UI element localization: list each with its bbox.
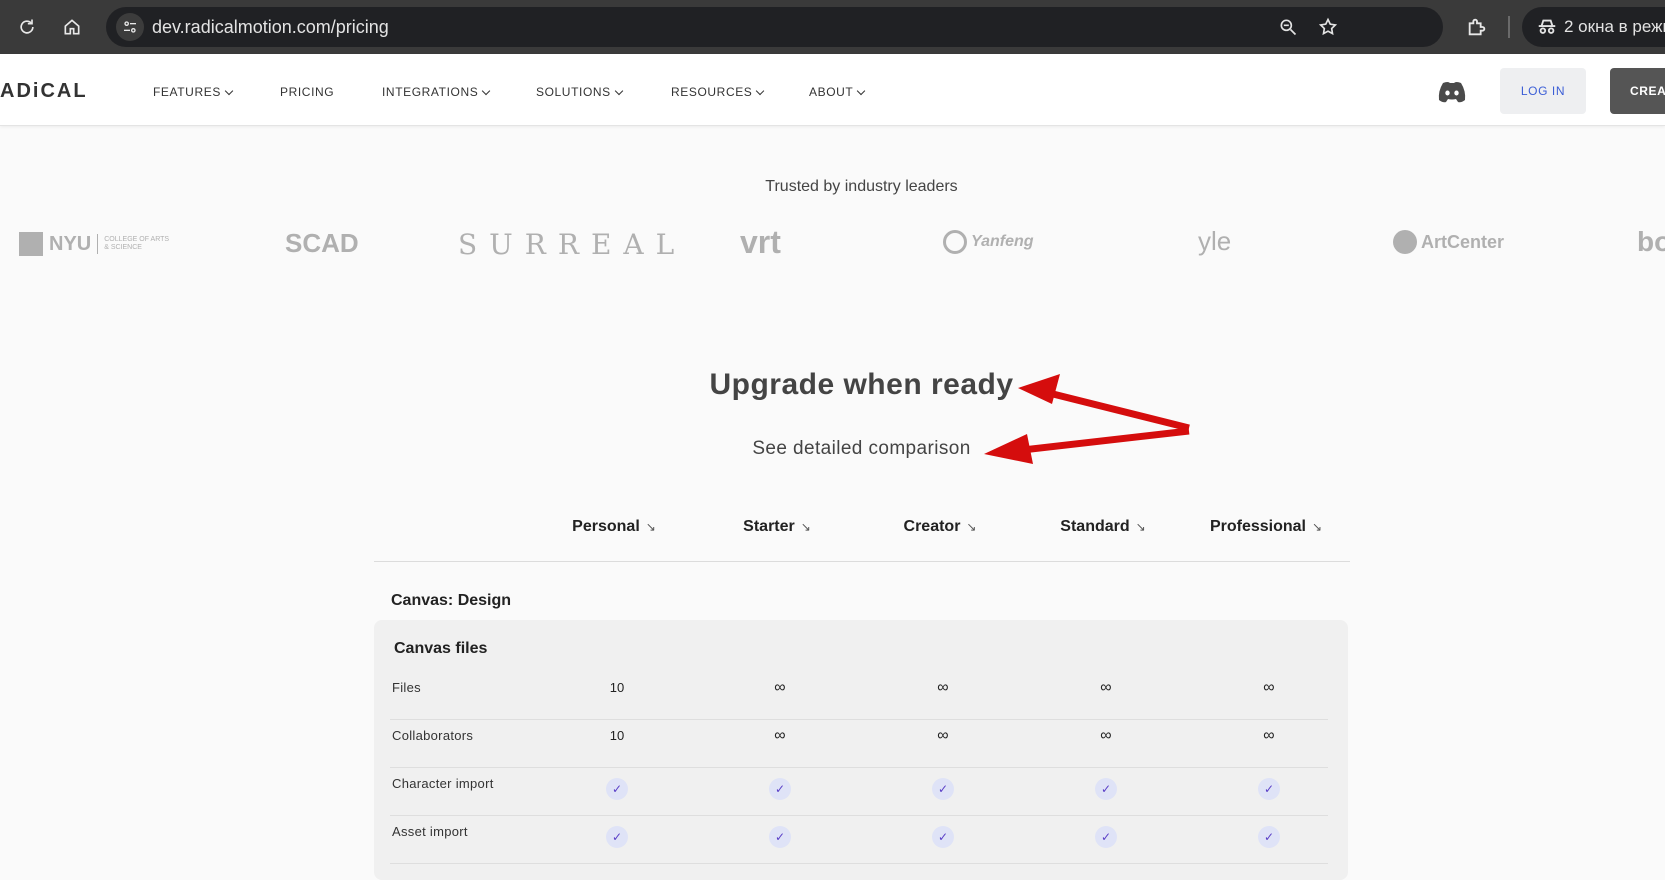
- feature-value: ∞: [1100, 727, 1112, 744]
- browser-toolbar: dev.radicalmotion.com/pricing 2 окна в р…: [0, 0, 1665, 54]
- nav-solutions[interactable]: SOLUTIONS: [536, 85, 623, 99]
- chevron-down-icon: [224, 86, 234, 95]
- plans-header: Personal ↘ Starter ↘ Creator ↘ Standard ↘ Pr…: [374, 512, 1350, 562]
- feature-value: ∞: [937, 679, 949, 696]
- check-icon: ✓: [606, 778, 628, 800]
- table-row: Collaborators 10 ∞ ∞ ∞ ∞: [390, 720, 1328, 768]
- nav-features-label: FEATURES: [153, 85, 221, 99]
- plan-starter[interactable]: Starter ↘: [697, 518, 857, 536]
- arrow-down-right-icon: ↘: [800, 520, 811, 534]
- create-account-button[interactable]: CREAT: [1610, 68, 1665, 114]
- chevron-down-icon: [756, 86, 765, 95]
- feature-panel: Canvas files Files 10 ∞ ∞ ∞ ∞ Collaborators 10 ∞…: [374, 620, 1348, 880]
- extensions-icon[interactable]: [1463, 13, 1491, 41]
- arrow-down-right-icon: ↘: [1135, 520, 1146, 534]
- nav-about-label: ABOUT: [809, 85, 854, 99]
- incognito-icon: [1536, 16, 1558, 43]
- nav-solutions-label: SOLUTIONS: [536, 85, 611, 99]
- chevron-down-icon: [482, 86, 491, 95]
- reload-icon[interactable]: [13, 13, 41, 41]
- check-icon: ✓: [1258, 826, 1280, 848]
- url-text[interactable]: dev.radicalmotion.com/pricing: [152, 17, 389, 38]
- yanfeng-logo: Yanfeng: [943, 230, 1034, 254]
- check-icon: ✓: [1258, 778, 1280, 800]
- feature-value: 10: [609, 680, 625, 695]
- toolbar-divider: [1508, 16, 1510, 38]
- incognito-indicator[interactable]: 2 окна в режи: [1522, 7, 1665, 47]
- table-row: Asset import ✓ ✓ ✓ ✓ ✓: [390, 816, 1328, 864]
- check-icon: ✓: [606, 826, 628, 848]
- bo-logo: bo: [1637, 226, 1665, 257]
- check-icon: ✓: [1095, 778, 1117, 800]
- scad-logo: SCAD: [285, 228, 359, 258]
- chevron-down-icon: [857, 86, 866, 95]
- check-icon: ✓: [932, 778, 954, 800]
- page-heading: Upgrade when ready: [709, 368, 1014, 401]
- feature-value: ∞: [1263, 679, 1275, 696]
- feature-value: ∞: [1100, 679, 1112, 696]
- brand-logo[interactable]: ADiCAL: [0, 80, 88, 103]
- feature-value: ∞: [774, 727, 786, 744]
- logo-strip: NYU COLLEGE OF ARTS & SCIENCE SCAD SURRE…: [0, 224, 1665, 264]
- check-icon: ✓: [932, 826, 954, 848]
- table-row: Character import ✓ ✓ ✓ ✓ ✓: [390, 768, 1328, 816]
- feature-label: Asset import: [392, 824, 468, 839]
- check-icon: ✓: [1095, 826, 1117, 848]
- address-bar[interactable]: dev.radicalmotion.com/pricing: [106, 7, 1443, 47]
- artcenter-logo: ArtCenter: [1393, 230, 1504, 254]
- comparison-link[interactable]: See detailed comparison: [0, 438, 1665, 460]
- trusted-title: Trusted by industry leaders: [765, 178, 958, 195]
- check-icon: ✓: [769, 778, 791, 800]
- plan-standard[interactable]: Standard ↘: [1023, 518, 1183, 536]
- surreal-logo: SURREAL: [458, 228, 687, 261]
- table-row: Files 10 ∞ ∞ ∞ ∞: [390, 672, 1328, 720]
- feature-value: ∞: [774, 679, 786, 696]
- nav-features[interactable]: FEATURES: [153, 85, 234, 99]
- nav-integrations[interactable]: INTEGRATIONS: [382, 85, 491, 99]
- login-button[interactable]: LOG IN: [1500, 68, 1586, 114]
- plan-creator[interactable]: Creator ↘: [860, 518, 1020, 536]
- section-title: Canvas: Design: [391, 592, 512, 609]
- arrow-down-right-icon: ↘: [966, 520, 977, 534]
- zoom-icon[interactable]: [1274, 13, 1302, 41]
- star-icon[interactable]: [1314, 13, 1342, 41]
- site-header: ADiCAL FEATURES PRICING INTEGRATIONS SOL…: [0, 54, 1665, 126]
- feature-value: ∞: [937, 727, 949, 744]
- home-icon[interactable]: [58, 13, 86, 41]
- nav-resources[interactable]: RESOURCES: [671, 85, 765, 99]
- plan-personal[interactable]: Personal ↘: [534, 518, 694, 536]
- feature-label: Files: [392, 680, 421, 695]
- nav-about[interactable]: ABOUT: [809, 85, 866, 99]
- arrow-down-right-icon: ↘: [1311, 520, 1323, 534]
- feature-label: Character import: [392, 776, 494, 791]
- nyu-logo: NYU COLLEGE OF ARTS & SCIENCE: [19, 232, 174, 256]
- chevron-down-icon: [614, 86, 623, 95]
- feature-value: 10: [609, 728, 625, 743]
- check-icon: ✓: [769, 826, 791, 848]
- incognito-label: 2 окна в режи: [1564, 17, 1665, 36]
- panel-title: Canvas files: [394, 640, 488, 657]
- feature-value: ∞: [1263, 727, 1275, 744]
- site-info-icon[interactable]: [116, 13, 144, 41]
- nav-resources-label: RESOURCES: [671, 85, 753, 99]
- vrt-logo: vrt: [740, 224, 781, 260]
- nav-integrations-label: INTEGRATIONS: [382, 85, 479, 99]
- yle-logo: yle: [1198, 226, 1232, 256]
- feature-label: Collaborators: [392, 728, 474, 743]
- plan-professional[interactable]: Professional ↘: [1186, 518, 1346, 536]
- nav-pricing[interactable]: PRICING: [280, 85, 334, 99]
- nav-pricing-label: PRICING: [280, 85, 335, 99]
- arrow-down-right-icon: ↘: [645, 520, 656, 534]
- discord-icon[interactable]: [1437, 81, 1467, 108]
